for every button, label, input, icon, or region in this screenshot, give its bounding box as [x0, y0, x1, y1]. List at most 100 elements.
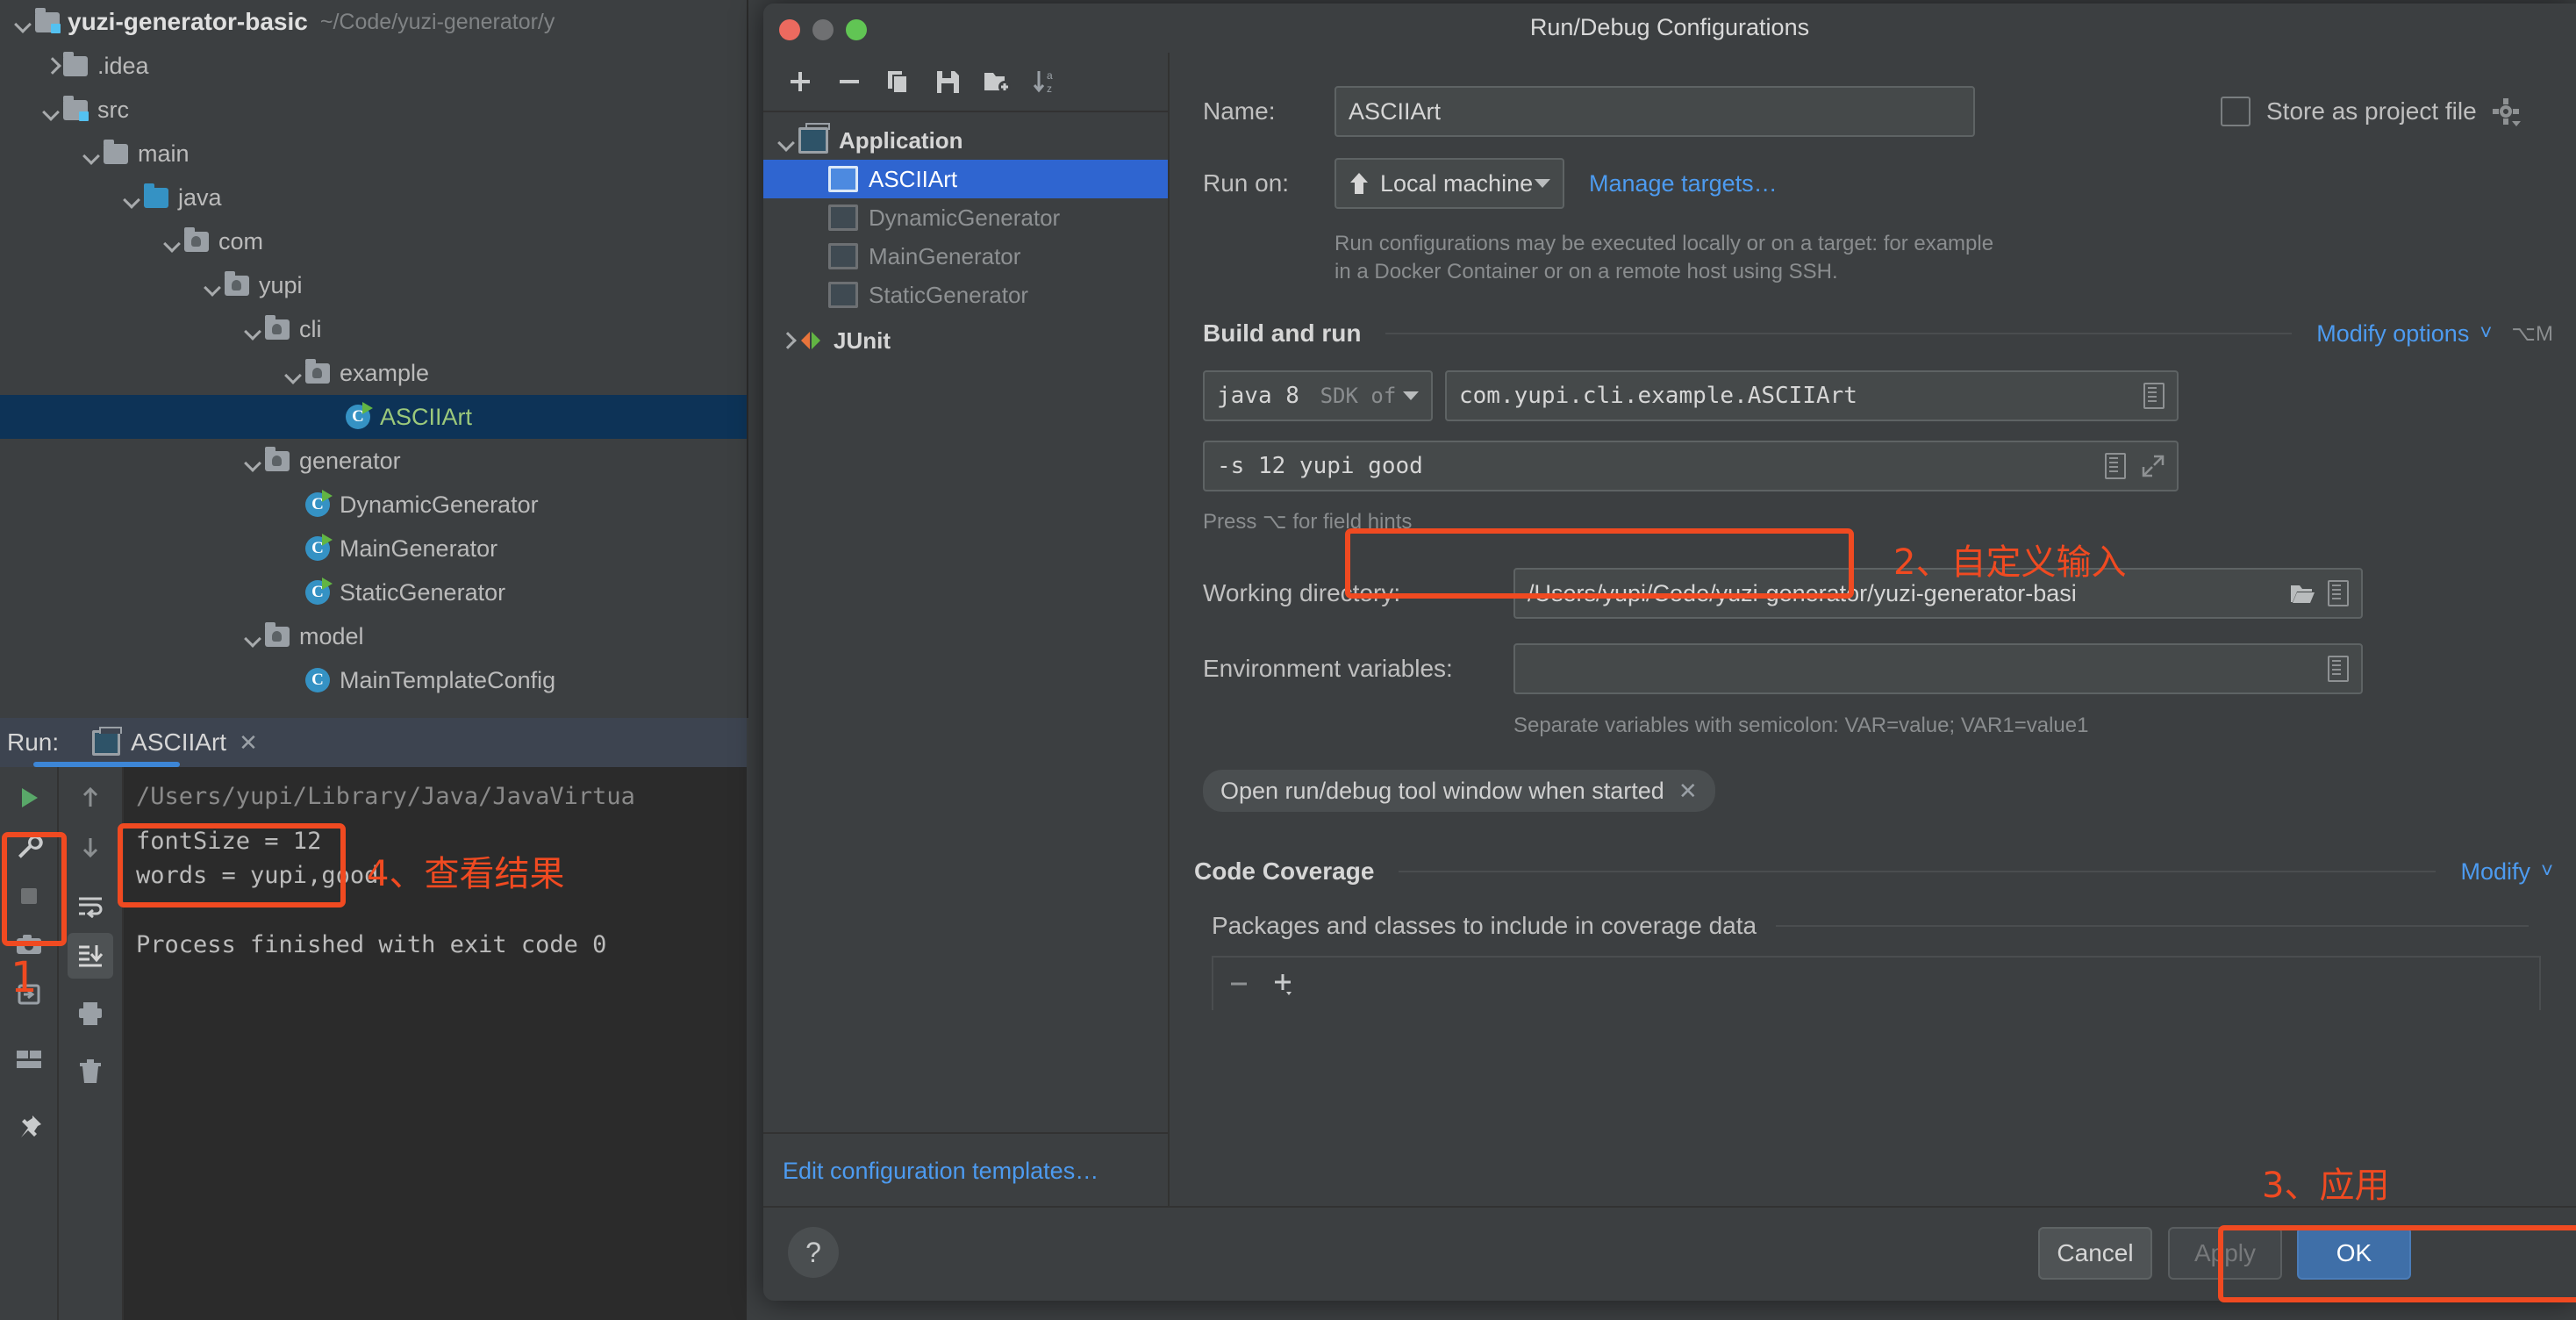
code-coverage-title: Code Coverage — [1194, 857, 1374, 886]
tree-row-yupi[interactable]: yupi — [0, 263, 747, 307]
chevron-down-icon[interactable] — [161, 230, 184, 253]
config-item-staticgenerator[interactable]: StaticGenerator — [763, 276, 1168, 314]
stop-icon[interactable] — [6, 873, 52, 919]
chevron-down-icon[interactable]: ˅ — [2479, 321, 2492, 346]
gear-icon[interactable] — [2491, 97, 2521, 126]
main-class-input[interactable]: com.yupi.cli.example.ASCIIArt — [1445, 370, 2179, 421]
chevron-down-icon[interactable] — [1535, 179, 1550, 188]
chevron-down-icon[interactable] — [81, 142, 104, 165]
config-group-junit[interactable]: JUnit — [763, 321, 1168, 360]
modify-options-link[interactable]: Modify options — [2316, 320, 2469, 348]
tree-row-java[interactable]: java — [0, 176, 747, 219]
copy-icon[interactable] — [874, 57, 923, 106]
chevron-down-icon[interactable] — [242, 318, 265, 341]
apply-button[interactable]: Apply — [2168, 1227, 2282, 1280]
coverage-list-toolbar[interactable] — [1212, 956, 2541, 1010]
chevron-right-icon[interactable] — [776, 329, 798, 352]
tree-row-main[interactable]: main — [0, 132, 747, 176]
chevron-down-icon[interactable] — [776, 129, 798, 152]
chevron-down-icon[interactable] — [242, 625, 265, 648]
print-icon[interactable] — [68, 991, 113, 1037]
chevron-down-icon[interactable]: ˅ — [2541, 859, 2553, 884]
config-group-application[interactable]: Application — [763, 121, 1168, 160]
tree-row-cli[interactable]: cli — [0, 307, 747, 351]
chevron-down-icon[interactable] — [202, 274, 225, 297]
close-icon[interactable]: ✕ — [239, 729, 258, 757]
folder-add-icon[interactable] — [972, 57, 1021, 106]
cancel-label: Cancel — [2057, 1239, 2133, 1267]
soft-wrap-icon[interactable] — [68, 884, 113, 929]
expand-editor-icon[interactable] — [2142, 455, 2165, 477]
program-arguments-input[interactable]: -s 12 yupi good — [1203, 441, 2179, 491]
help-button[interactable]: ? — [788, 1227, 839, 1278]
pin-icon[interactable] — [6, 1105, 52, 1151]
config-item-asciiart[interactable]: ASCIIArt — [763, 160, 1168, 198]
scroll-to-end-icon[interactable] — [68, 933, 113, 979]
chip-label: Open run/debug tool window when started — [1220, 778, 1664, 805]
tree-item-label: DynamicGenerator — [340, 491, 539, 519]
environment-variables-input[interactable] — [1513, 643, 2363, 694]
chevron-right-icon[interactable] — [40, 54, 63, 77]
manage-targets-link[interactable]: Manage targets… — [1589, 170, 1778, 197]
expand-list-icon[interactable] — [2328, 580, 2349, 606]
chevron-down-icon[interactable] — [12, 11, 35, 33]
folder-source-icon — [35, 12, 60, 32]
tree-row-idea[interactable]: .idea — [0, 44, 747, 88]
arrow-up-icon[interactable] — [68, 775, 113, 821]
config-item-maingenerator[interactable]: MainGenerator — [763, 237, 1168, 276]
open-tool-window-chip[interactable]: Open run/debug tool window when started … — [1203, 770, 1715, 812]
tree-row-asciiart[interactable]: C ASCIIArt — [0, 395, 747, 439]
code-coverage-modify-link[interactable]: Modify — [2460, 858, 2530, 886]
tree-row-model[interactable]: model — [0, 614, 747, 658]
jdk-dropdown[interactable]: java 8 SDK of 'yuzi-ge — [1203, 370, 1433, 421]
edit-configuration-templates-link[interactable]: Edit configuration templates… — [763, 1132, 1168, 1208]
chevron-down-icon[interactable] — [283, 362, 305, 384]
field-hints-text: Press ⌥ for field hints — [1203, 509, 2576, 534]
tree-row-generator[interactable]: generator — [0, 439, 747, 483]
chevron-down-icon[interactable] — [121, 186, 144, 209]
trash-icon[interactable] — [68, 1049, 113, 1094]
add-icon[interactable] — [776, 57, 825, 106]
tree-row-maintemplateconfig[interactable]: C MainTemplateConfig — [0, 658, 747, 702]
run-tab-asciiart[interactable]: ASCIIArt ✕ — [92, 718, 258, 767]
tree-row-project-root[interactable]: yuzi-generator-basic ~/Code/yuzi-generat… — [0, 0, 747, 44]
tree-row-com[interactable]: com — [0, 219, 747, 263]
cancel-button[interactable]: Cancel — [2038, 1227, 2152, 1280]
console-actions-toolbar[interactable] — [59, 767, 124, 1320]
ok-button[interactable]: OK — [2297, 1227, 2411, 1280]
expand-list-icon[interactable] — [2143, 383, 2165, 409]
remove-icon[interactable] — [1227, 972, 1250, 995]
configuration-tree[interactable]: Application ASCIIArt DynamicGenerator Ma… — [763, 112, 1168, 360]
tree-row-src[interactable]: src — [0, 88, 747, 132]
tree-row-example[interactable]: example — [0, 351, 747, 395]
jdk-value: java 8 — [1217, 383, 1299, 409]
remove-icon[interactable] — [825, 57, 874, 106]
run-icon[interactable] — [6, 775, 52, 821]
run-actions-toolbar[interactable] — [0, 767, 59, 1320]
add-icon[interactable] — [1271, 971, 1294, 997]
folder-browse-icon[interactable] — [2289, 582, 2315, 605]
chevron-down-icon[interactable] — [242, 449, 265, 472]
project-tool-window[interactable]: yuzi-generator-basic ~/Code/yuzi-generat… — [0, 0, 748, 718]
configurations-toolbar[interactable]: az — [763, 53, 1168, 112]
expand-list-icon[interactable] — [2105, 453, 2126, 479]
sort-alpha-icon[interactable]: az — [1021, 57, 1070, 106]
wrench-icon[interactable] — [6, 824, 52, 870]
tree-row-staticgenerator[interactable]: C StaticGenerator — [0, 570, 747, 614]
chevron-down-icon[interactable] — [40, 98, 63, 121]
chevron-down-icon[interactable] — [1403, 391, 1419, 400]
expand-list-icon[interactable] — [2328, 656, 2349, 682]
layout-icon[interactable] — [6, 1037, 52, 1082]
config-item-dynamicgenerator[interactable]: DynamicGenerator — [763, 198, 1168, 237]
project-root-path: ~/Code/yuzi-generator/y — [320, 10, 555, 35]
store-as-project-file-checkbox[interactable] — [2221, 97, 2250, 126]
tree-row-maingenerator[interactable]: C MainGenerator — [0, 527, 747, 570]
save-icon[interactable] — [923, 57, 972, 106]
local-machine-icon — [1349, 172, 1370, 195]
tree-row-dynamicgenerator[interactable]: C DynamicGenerator — [0, 483, 747, 527]
name-input[interactable]: ASCIIArt — [1335, 86, 1975, 137]
close-icon[interactable]: ✕ — [1678, 778, 1698, 805]
run-on-dropdown[interactable]: Local machine — [1335, 158, 1564, 209]
arrow-down-icon[interactable] — [68, 824, 113, 870]
help-label: ? — [805, 1237, 821, 1269]
